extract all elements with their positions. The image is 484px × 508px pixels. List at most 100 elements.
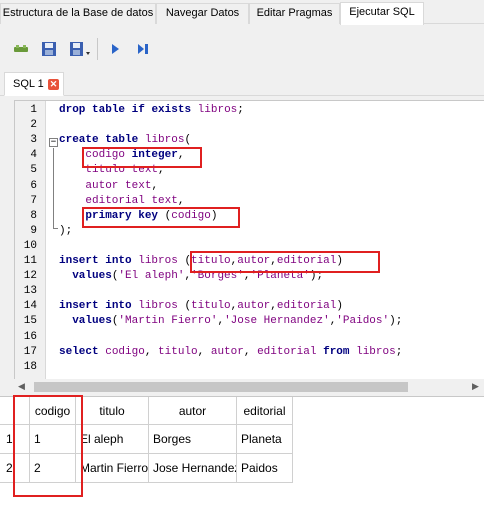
code-token: 'Planeta': [250, 270, 310, 283]
tab-database-structure[interactable]: Estructura de la Base de datos: [0, 3, 156, 24]
scrollbar-thumb[interactable]: [34, 382, 408, 392]
table-cell[interactable]: 2: [30, 454, 76, 483]
code-token: ,: [177, 194, 185, 207]
line-number: 11: [23, 255, 37, 267]
code-line: drop table if exists libros;: [59, 104, 244, 117]
code-token: autor: [237, 300, 271, 313]
code-token: insert: [59, 300, 99, 313]
code-token: editorial: [85, 194, 145, 207]
table-cell[interactable]: Martin Fierro: [76, 454, 149, 483]
code-token: editorial: [276, 255, 337, 267]
code-line: titulo text,: [59, 164, 164, 177]
code-token: ): [336, 255, 343, 267]
execute-all-icon[interactable]: [106, 40, 124, 58]
code-token: autor: [237, 255, 271, 267]
tab-browse-data[interactable]: Navegar Datos: [156, 3, 249, 24]
code-line: codigo integer,: [59, 149, 184, 162]
row-header[interactable]: 1: [0, 425, 30, 454]
code-line: autor text,: [59, 180, 158, 193]
code-token: ;: [395, 345, 403, 358]
close-icon[interactable]: ✕: [48, 79, 59, 90]
table-cell[interactable]: Borges: [149, 425, 237, 454]
code-token: libros: [356, 345, 396, 358]
code-line: editorial text,: [59, 195, 184, 208]
code-line: primary key (codigo): [59, 210, 217, 223]
column-header-autor[interactable]: autor: [149, 397, 237, 425]
open-sql-icon[interactable]: [40, 40, 58, 58]
toolbar-separator: [97, 38, 98, 60]
fold-collapse-icon[interactable]: −: [49, 138, 58, 147]
sql-tab-row: SQL 1 ✕: [0, 69, 484, 96]
open-tab-icon[interactable]: [12, 40, 30, 58]
table-cell[interactable]: Paidos: [237, 454, 293, 483]
code-token: table: [92, 104, 126, 116]
code-token: create: [59, 134, 99, 147]
code-token: ,: [197, 345, 211, 358]
table-cell[interactable]: Jose Hernandez: [149, 454, 237, 483]
code-token: drop: [59, 104, 86, 116]
line-number: 3: [30, 134, 37, 147]
column-header-editorial[interactable]: editorial: [237, 397, 293, 425]
save-sql-icon[interactable]: [68, 40, 92, 58]
code-token: libros: [138, 300, 178, 313]
code-token: into: [105, 255, 132, 267]
grid-corner: [0, 397, 30, 425]
code-token: primary: [85, 209, 132, 222]
line-number: 2: [30, 119, 37, 132]
scroll-left-icon[interactable]: ◀: [18, 381, 25, 392]
table-cell[interactable]: Planeta: [237, 425, 293, 454]
code-token: ): [336, 300, 343, 313]
code-token: ,: [243, 345, 258, 358]
line-number: 18: [23, 360, 37, 373]
code-line: );: [59, 225, 72, 238]
fold-guide-end: [53, 228, 58, 229]
code-token: text: [125, 179, 152, 192]
fold-guide-line: [53, 148, 54, 228]
code-token: select: [59, 345, 99, 358]
line-number: 1: [30, 104, 37, 116]
line-number: 10: [23, 239, 37, 252]
tab-execute-sql[interactable]: Ejecutar SQL: [340, 2, 424, 25]
line-number: 5: [30, 164, 37, 177]
editor-horizontal-scrollbar[interactable]: ◀ ▶: [14, 379, 484, 394]
sql-editor[interactable]: 1 2 3 4 5 6 7 8 9 10 11 12 13 14 15 16 17 18 drop table i…: [14, 100, 484, 380]
code-token: into: [105, 300, 132, 313]
execute-line-icon[interactable]: [134, 40, 152, 58]
line-number-gutter: 1 2 3 4 5 6 7 8 9 10 11 12 13 14 15 16 17 18: [15, 101, 46, 379]
column-header-codigo[interactable]: codigo: [30, 397, 76, 425]
sql-toolbar: [0, 25, 484, 69]
code-token: 'Martin Fierro': [118, 315, 218, 328]
code-token: );: [309, 270, 324, 283]
tab-edit-pragmas[interactable]: Editar Pragmas: [249, 3, 340, 24]
code-token: 'Jose Hernandez': [224, 315, 330, 328]
line-number: 16: [23, 330, 37, 343]
code-token: ;: [237, 104, 244, 116]
row-header[interactable]: 2: [0, 454, 30, 483]
code-token: editorial: [276, 300, 337, 313]
code-token: ,: [270, 300, 277, 313]
scroll-right-icon[interactable]: ▶: [472, 381, 479, 392]
code-line: create table libros(: [59, 134, 191, 147]
code-token: libros: [138, 255, 178, 267]
table-cell[interactable]: 1: [30, 425, 76, 454]
table-cell[interactable]: El aleph: [76, 425, 149, 454]
code-token: if: [131, 104, 145, 116]
line-number: 15: [23, 315, 37, 328]
code-token: values: [72, 270, 112, 283]
code-token: (: [184, 134, 192, 147]
code-token: libros: [144, 134, 185, 147]
results-grid: codigo titulo autor editorial 1 1 El ale…: [0, 395, 484, 508]
tab-sql-1[interactable]: SQL 1 ✕: [4, 72, 64, 96]
column-header-titulo[interactable]: titulo: [76, 397, 149, 425]
code-token: titulo: [191, 300, 231, 313]
code-token: titulo: [191, 255, 231, 267]
code-token: (: [177, 255, 192, 267]
